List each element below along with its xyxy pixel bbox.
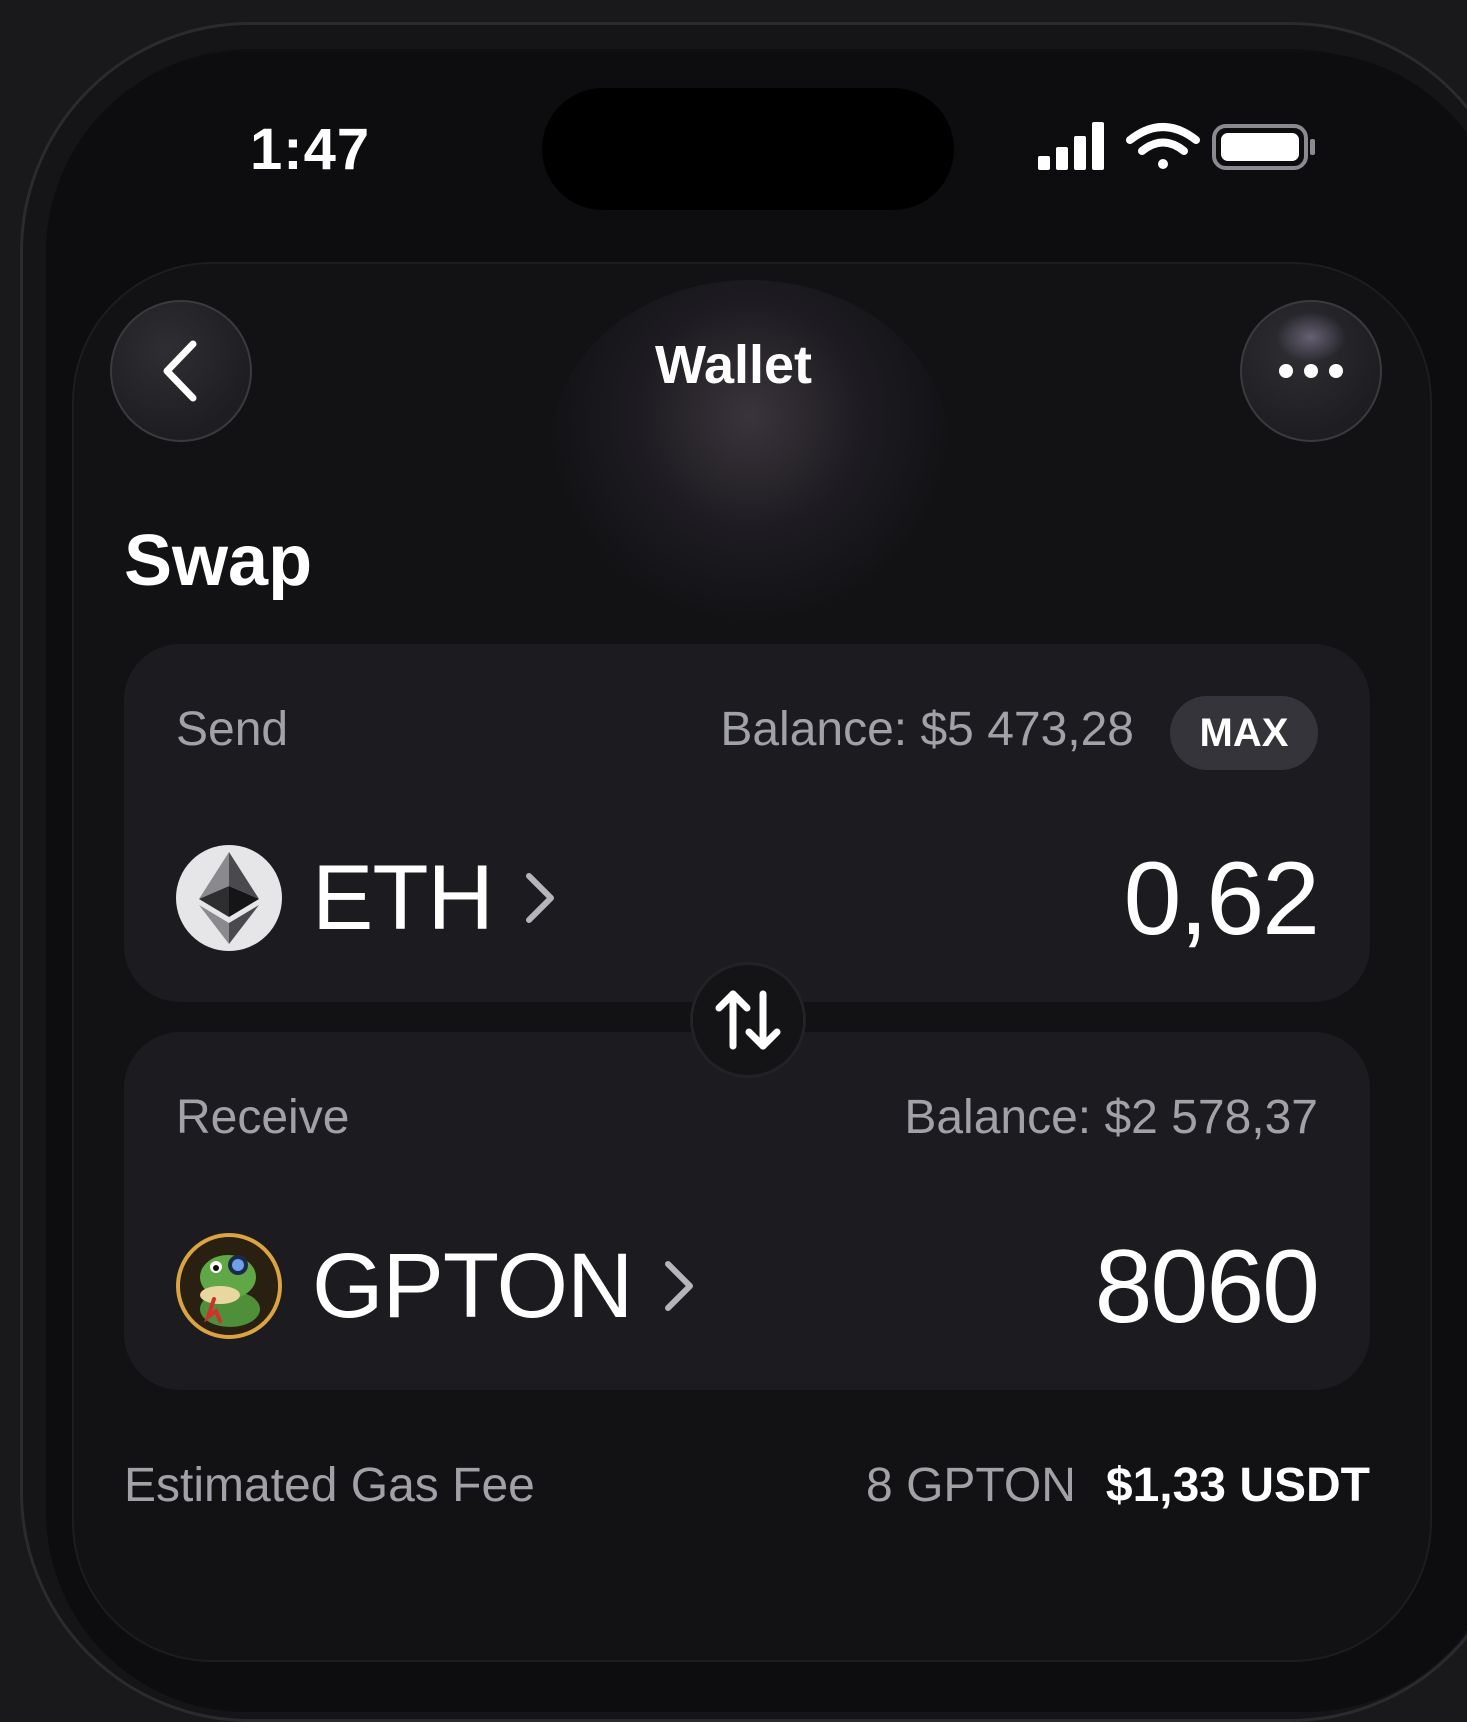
receive-card: Receive Balance: $2 578,37 GPTON 8060 — [124, 1032, 1370, 1390]
swap-arrows-icon — [715, 990, 781, 1050]
background-glow — [550, 280, 950, 620]
battery-icon — [1212, 124, 1315, 170]
send-card: Send Balance: $5 473,28 MAX ETH 0,62 — [124, 644, 1370, 1002]
page-title: Swap — [124, 521, 313, 601]
send-amount-input[interactable]: 0,62 — [1124, 840, 1320, 959]
receive-token-selector[interactable]: GPTON — [176, 1232, 696, 1340]
more-button[interactable] — [1240, 300, 1382, 442]
receive-amount: 8060 — [1094, 1229, 1320, 1345]
wifi-icon — [1126, 123, 1200, 169]
gpton-snake-logo-icon — [176, 1233, 282, 1339]
chevron-right-icon — [662, 1258, 696, 1314]
gas-fee-token-amount: 8 GPTON — [866, 1459, 1076, 1512]
send-token-selector[interactable]: ETH — [176, 844, 557, 952]
ethereum-logo-icon — [176, 845, 282, 951]
receive-balance: Balance: $2 578,37 — [904, 1091, 1318, 1144]
send-balance: Balance: $5 473,28 — [720, 703, 1134, 756]
cellular-signal-icon — [1038, 122, 1104, 170]
gas-fee-values: 8 GPTON $1,33 USDT — [866, 1458, 1370, 1513]
gas-fee-label: Estimated Gas Fee — [124, 1459, 535, 1512]
chevron-right-icon — [523, 870, 557, 926]
receive-label: Receive — [176, 1091, 350, 1144]
status-time: 1:47 — [250, 117, 371, 182]
ellipsis-icon — [1279, 364, 1343, 378]
send-label: Send — [176, 703, 289, 756]
send-token-symbol: ETH — [312, 846, 494, 949]
more-button-glow — [1276, 312, 1346, 362]
swap-direction-button[interactable] — [690, 962, 806, 1078]
dynamic-island — [542, 88, 954, 210]
status-icons — [1038, 120, 1338, 180]
gas-fee-usd-amount: $1,33 USDT — [1105, 1459, 1370, 1512]
max-button[interactable]: MAX — [1170, 696, 1318, 770]
receive-token-symbol: GPTON — [312, 1234, 633, 1337]
